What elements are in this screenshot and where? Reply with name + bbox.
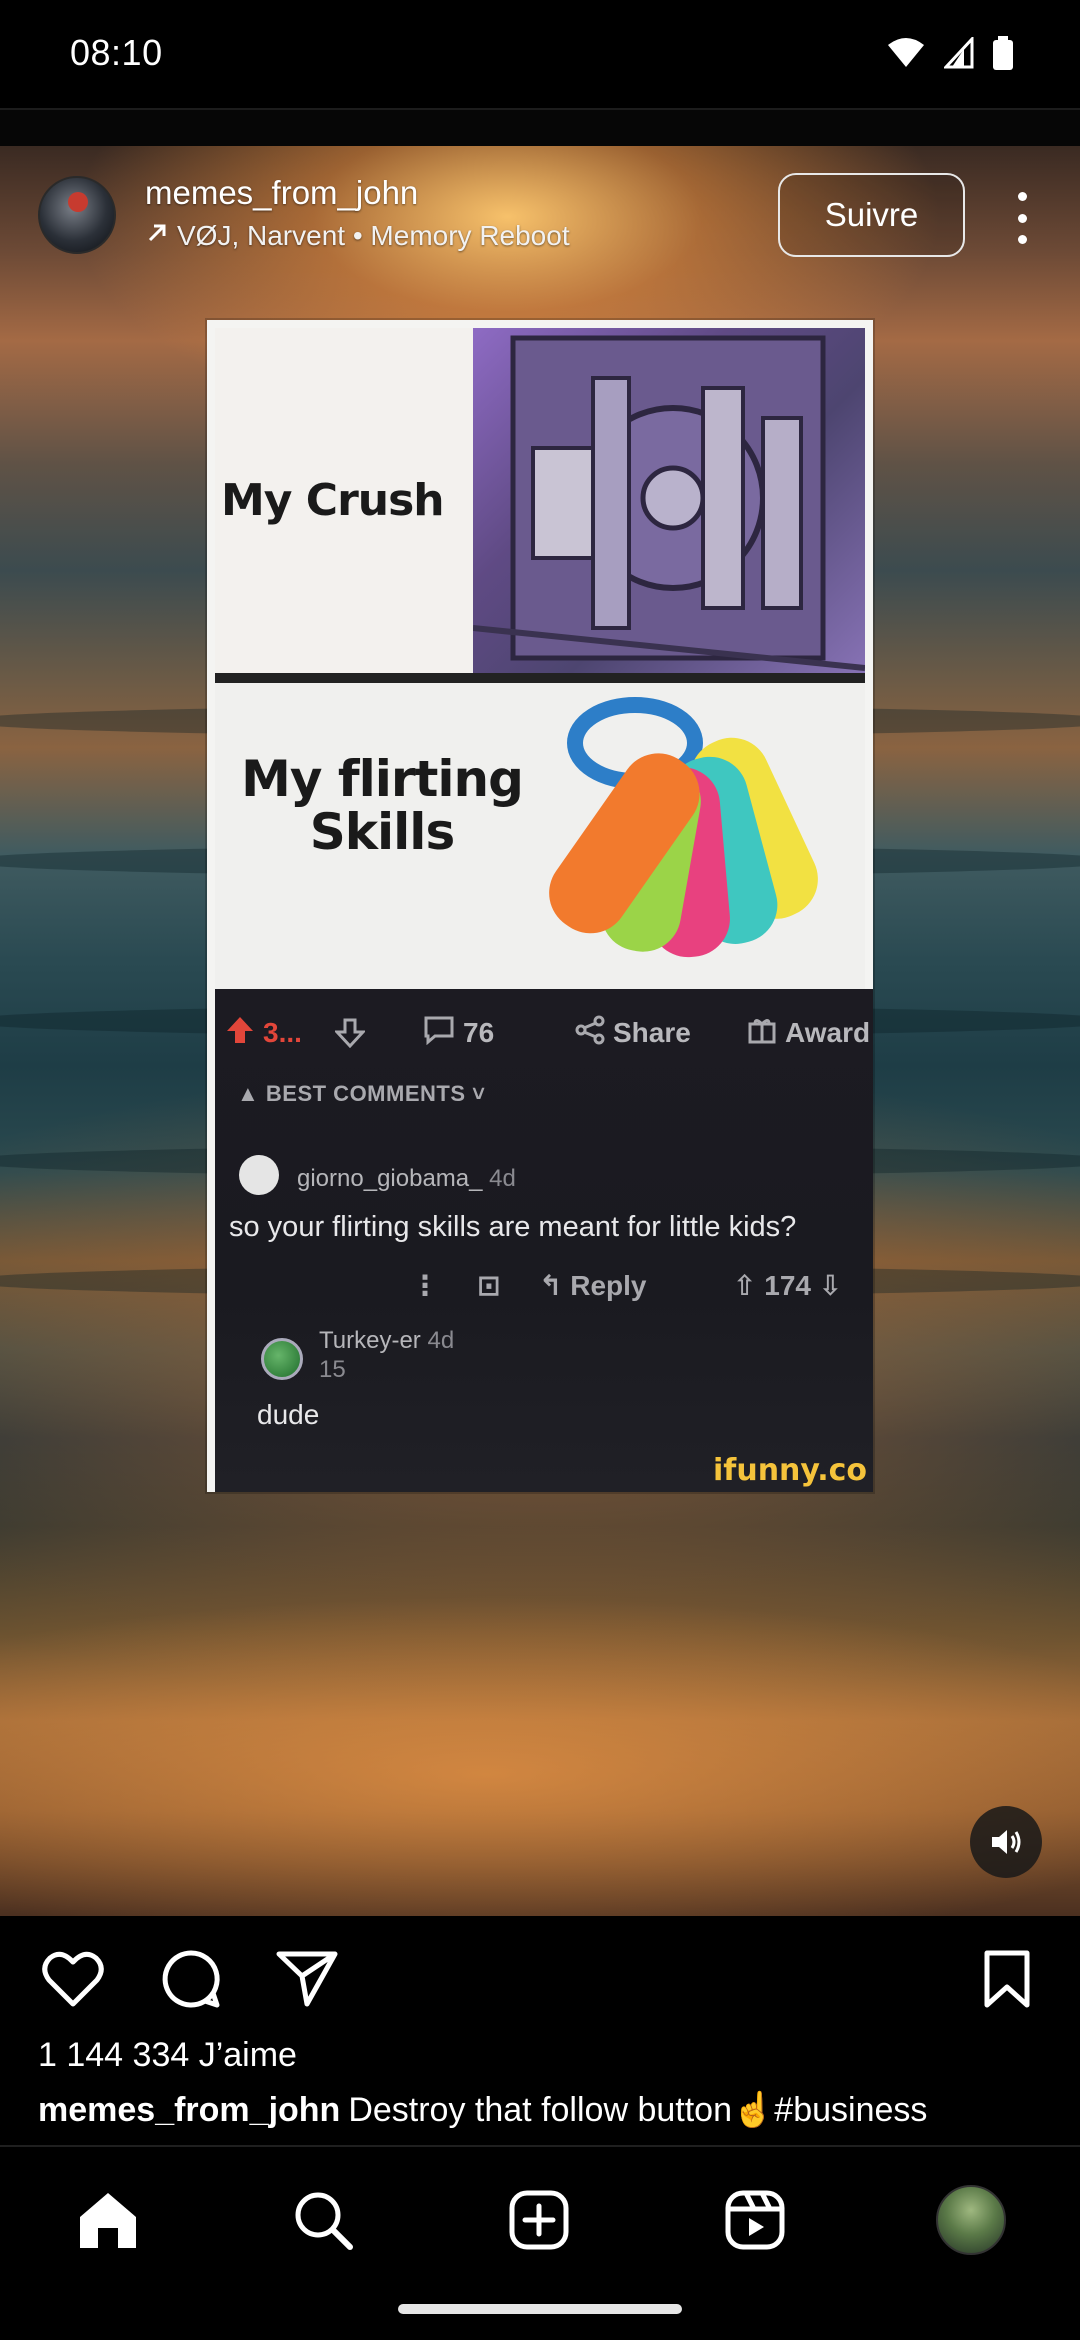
reply-text: dude: [257, 1399, 320, 1430]
post-action-bar: [0, 1916, 1080, 2036]
crush-label: My Crush: [221, 475, 445, 526]
top-divider: [0, 108, 1080, 146]
comment-reply: ↰ Reply: [539, 1269, 647, 1302]
comment-more-icon: ⋮: [411, 1270, 439, 1301]
meme-comment-count: 76: [463, 1017, 495, 1048]
comment-meta: giorno_giobama_ 4d: [297, 1165, 516, 1193]
heart-icon[interactable]: [40, 1946, 106, 2012]
status-bar: 08:10: [0, 0, 1080, 108]
upvote-outline-icon: ⇧: [733, 1270, 765, 1301]
award-icon: [747, 1015, 777, 1052]
reply-avatar: [261, 1338, 303, 1380]
reply-age: 4d: [427, 1327, 455, 1354]
caption-text: Destroy that follow button☝️#business: [348, 2091, 928, 2129]
post-caption: memes_from_john Destroy that follow butto…: [38, 2090, 1058, 2130]
chevron-down-icon: ˅: [465, 1081, 486, 1106]
post-header: memes_from_john VØJ, Narvent • Memory Re…: [0, 146, 1080, 286]
profile-avatar-image: [936, 2185, 1006, 2255]
comment-votes: ⇧ 174 ⇩: [733, 1269, 842, 1302]
arrow-up-right-icon: [145, 220, 169, 252]
bookmark-icon[interactable]: [974, 1946, 1040, 2012]
flirting-label: My flirting Skills: [227, 753, 537, 858]
audio-attribution[interactable]: VØJ, Narvent • Memory Reboot: [145, 220, 570, 252]
wifi-icon: [886, 37, 926, 69]
post-username[interactable]: memes_from_john: [145, 174, 418, 212]
meme-top-panel: My Crush: [215, 328, 865, 673]
meme-upvote: 3...: [225, 1015, 302, 1052]
meme-comments: 76: [423, 1015, 494, 1052]
comment-vote-count: 174: [764, 1270, 811, 1301]
meme-divider: [215, 673, 865, 683]
status-icons: [886, 36, 1014, 70]
likes-count[interactable]: 1 144 334 J’aime: [38, 2036, 297, 2075]
profile-avatar[interactable]: [936, 2185, 1006, 2255]
comment-award-icon: ⊡: [477, 1270, 501, 1301]
comment-username: giorno_giobama_: [297, 1165, 483, 1192]
home-indicator[interactable]: [398, 2304, 682, 2314]
battery-icon: [992, 36, 1014, 70]
meme-comments-panel: 3... 76 Share Award ▲ BEST COMMENTS ˅ gi…: [215, 989, 873, 1492]
audio-label: VØJ, Narvent • Memory Reboot: [177, 220, 570, 251]
flirting-label-line2: Skills: [309, 802, 455, 861]
reply-username: Turkey-er: [319, 1327, 421, 1354]
comment-text: so your flirting skills are meant for li…: [229, 1211, 797, 1243]
meme-award: Award: [747, 1015, 870, 1052]
send-icon[interactable]: [274, 1946, 340, 2012]
comment-bubble-icon: [423, 1015, 455, 1052]
caption-username[interactable]: memes_from_john: [38, 2091, 340, 2129]
reply-votes: 15: [319, 1355, 346, 1383]
meme-middle-panel: My flirting Skills: [215, 683, 865, 989]
meme-award-label: Award: [785, 1017, 871, 1048]
downvote-outline-icon: ⇩: [810, 1270, 843, 1301]
rocket-icon: ▲: [237, 1081, 266, 1106]
status-time: 08:10: [70, 32, 163, 73]
upvote-arrow-icon: [225, 1015, 255, 1052]
follow-button[interactable]: Suivre: [778, 173, 965, 257]
meme-upvote-count: 3...: [263, 1017, 302, 1048]
search-icon[interactable]: [288, 2185, 358, 2255]
reels-icon[interactable]: [720, 2185, 790, 2255]
reply-meta: Turkey-er 4d 15: [319, 1327, 454, 1385]
best-comments-label: ▲ BEST COMMENTS ˅: [237, 1081, 485, 1107]
create-icon[interactable]: [504, 2185, 574, 2255]
share-icon: [575, 1015, 605, 1052]
best-comments-text: BEST COMMENTS: [265, 1081, 466, 1106]
meme-image: My Crush My flirting Skills 3... 76 Shar…: [207, 320, 873, 1492]
meme-actions-row: 3... 76 Share Award: [215, 1011, 873, 1055]
home-icon[interactable]: [73, 2185, 143, 2255]
reply-arrow-icon: ↰: [539, 1270, 571, 1301]
comment-actions: ⋮ ⊡ ↰ Reply ⇧ 174 ⇩: [215, 1269, 873, 1309]
comment-age: 4d: [489, 1165, 516, 1192]
comment-icon[interactable]: [158, 1946, 224, 2012]
meme-share-label: Share: [613, 1017, 691, 1048]
vault-door-picture: [473, 328, 865, 673]
meme-share: Share: [575, 1015, 691, 1052]
cell-signal-icon: [944, 37, 974, 69]
comment-avatar: [239, 1155, 279, 1195]
comment-reply-label: Reply: [570, 1270, 647, 1301]
toy-keys-picture: [549, 697, 818, 958]
crush-label-panel: My Crush: [215, 328, 473, 673]
avatar[interactable]: [38, 176, 116, 254]
ifunny-watermark: ifunny.co: [713, 1453, 867, 1488]
volume-on-icon[interactable]: [970, 1806, 1042, 1878]
downvote-arrow-icon: [335, 1018, 365, 1048]
more-vertical-icon[interactable]: [1000, 186, 1044, 250]
flirting-label-line1: My flirting: [241, 750, 524, 808]
